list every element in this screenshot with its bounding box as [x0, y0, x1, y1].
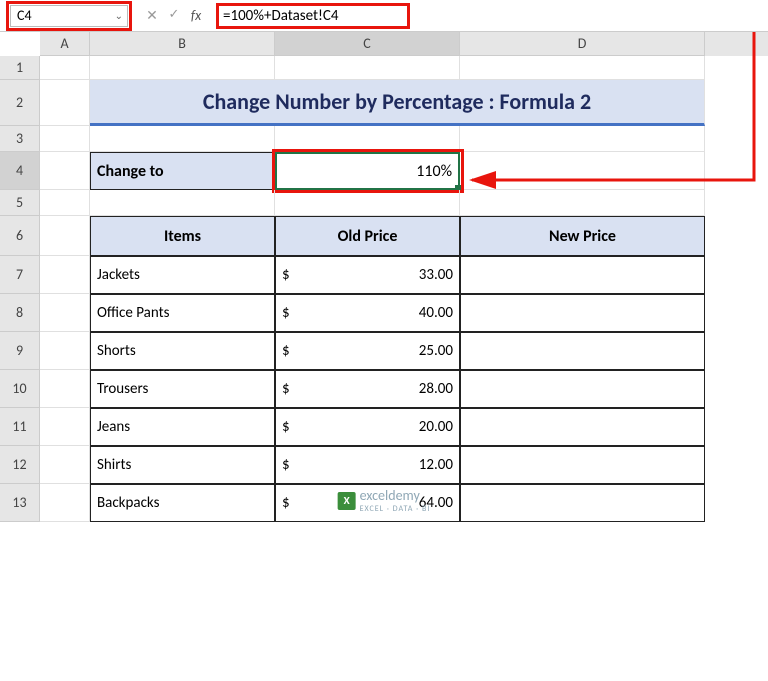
header-old-price[interactable]: Old Price [275, 216, 460, 256]
new-price[interactable] [460, 370, 705, 408]
cell-A3[interactable] [40, 126, 90, 152]
chevron-down-icon[interactable]: ⌄ [115, 9, 123, 22]
new-price[interactable] [460, 256, 705, 294]
item-name[interactable]: Jackets [90, 256, 275, 294]
old-price[interactable]: $20.00 [275, 408, 460, 446]
item-name[interactable]: Office Pants [90, 294, 275, 332]
cell-A13[interactable] [40, 484, 90, 522]
change-to-label[interactable]: Change to [90, 152, 275, 190]
row-header-11[interactable]: 11 [0, 408, 40, 446]
formula-bar-buttons: ✕ ✓ fx [138, 7, 210, 24]
watermark-sub: EXCEL · DATA · BI [360, 504, 431, 514]
row-header-2[interactable]: 2 [0, 80, 40, 126]
cell-D4[interactable] [460, 152, 705, 190]
formula-input[interactable]: =100%+Dataset!C4 [223, 7, 403, 25]
column-headers: A B C D [40, 32, 768, 56]
row-header-9[interactable]: 9 [0, 332, 40, 370]
cell-B3[interactable] [90, 126, 275, 152]
item-name[interactable]: Backpacks [90, 484, 275, 522]
cell-B5[interactable] [90, 190, 275, 216]
cell-A9[interactable] [40, 332, 90, 370]
cell-A6[interactable] [40, 216, 90, 256]
cell-A8[interactable] [40, 294, 90, 332]
formula-input-highlight: =100%+Dataset!C4 [216, 3, 410, 29]
fx-icon[interactable]: fx [186, 7, 206, 24]
cell-A12[interactable] [40, 446, 90, 484]
excel-logo-icon: X [338, 492, 356, 510]
name-box-value: C4 [17, 7, 32, 24]
cell-C3[interactable] [275, 126, 460, 152]
old-price[interactable]: $12.00 [275, 446, 460, 484]
new-price[interactable] [460, 408, 705, 446]
row-headers: 1 2 3 4 5 6 7 8 9 10 11 12 13 [0, 56, 40, 522]
cell-C4-selected[interactable]: 110% [275, 152, 460, 190]
col-header-D[interactable]: D [460, 32, 705, 56]
spreadsheet-grid: A B C D 1 2 3 4 5 6 7 8 9 10 11 12 13 [0, 32, 768, 522]
new-price[interactable] [460, 484, 705, 522]
row-header-12[interactable]: 12 [0, 446, 40, 484]
cell-A10[interactable] [40, 370, 90, 408]
row-header-10[interactable]: 10 [0, 370, 40, 408]
cell-A11[interactable] [40, 408, 90, 446]
cell-C5[interactable] [275, 190, 460, 216]
formula-bar: C4 ⌄ ✕ ✓ fx =100%+Dataset!C4 [0, 0, 768, 32]
old-price[interactable]: $28.00 [275, 370, 460, 408]
old-price[interactable]: $40.00 [275, 294, 460, 332]
header-items[interactable]: Items [90, 216, 275, 256]
row-header-7[interactable]: 7 [0, 256, 40, 294]
check-icon[interactable]: ✓ [164, 7, 184, 24]
cell-C1[interactable] [275, 56, 460, 80]
cell-D5[interactable] [460, 190, 705, 216]
cell-D3[interactable] [460, 126, 705, 152]
old-price[interactable]: $25.00 [275, 332, 460, 370]
col-header-A[interactable]: A [40, 32, 90, 56]
name-box[interactable]: C4 ⌄ [10, 5, 128, 27]
cell-D1[interactable] [460, 56, 705, 80]
row-header-1[interactable]: 1 [0, 56, 40, 80]
new-price[interactable] [460, 332, 705, 370]
cell-A2[interactable] [40, 80, 90, 126]
header-new-price[interactable]: New Price [460, 216, 705, 256]
row-header-8[interactable]: 8 [0, 294, 40, 332]
cell-B1[interactable] [90, 56, 275, 80]
watermark-brand: exceldemy [360, 487, 431, 504]
new-price[interactable] [460, 446, 705, 484]
cell-A7[interactable] [40, 256, 90, 294]
watermark: X exceldemy EXCEL · DATA · BI [338, 487, 431, 514]
row-header-5[interactable]: 5 [0, 190, 40, 216]
item-name[interactable]: Shirts [90, 446, 275, 484]
cell-A4[interactable] [40, 152, 90, 190]
cell-A1[interactable] [40, 56, 90, 80]
item-name[interactable]: Trousers [90, 370, 275, 408]
old-price[interactable]: $33.00 [275, 256, 460, 294]
cell-A5[interactable] [40, 190, 90, 216]
row-header-6[interactable]: 6 [0, 216, 40, 256]
cancel-icon[interactable]: ✕ [142, 7, 162, 24]
name-box-highlight: C4 ⌄ [6, 1, 132, 31]
new-price[interactable] [460, 294, 705, 332]
item-name[interactable]: Jeans [90, 408, 275, 446]
grid-rows: Change Number by Percentage : Formula 2 … [40, 56, 768, 522]
row-header-3[interactable]: 3 [0, 126, 40, 152]
col-header-B[interactable]: B [90, 32, 275, 56]
title-cell[interactable]: Change Number by Percentage : Formula 2 [90, 80, 705, 126]
col-header-C[interactable]: C [275, 32, 460, 56]
row-header-4[interactable]: 4 [0, 152, 40, 190]
item-name[interactable]: Shorts [90, 332, 275, 370]
row-header-13[interactable]: 13 [0, 484, 40, 522]
